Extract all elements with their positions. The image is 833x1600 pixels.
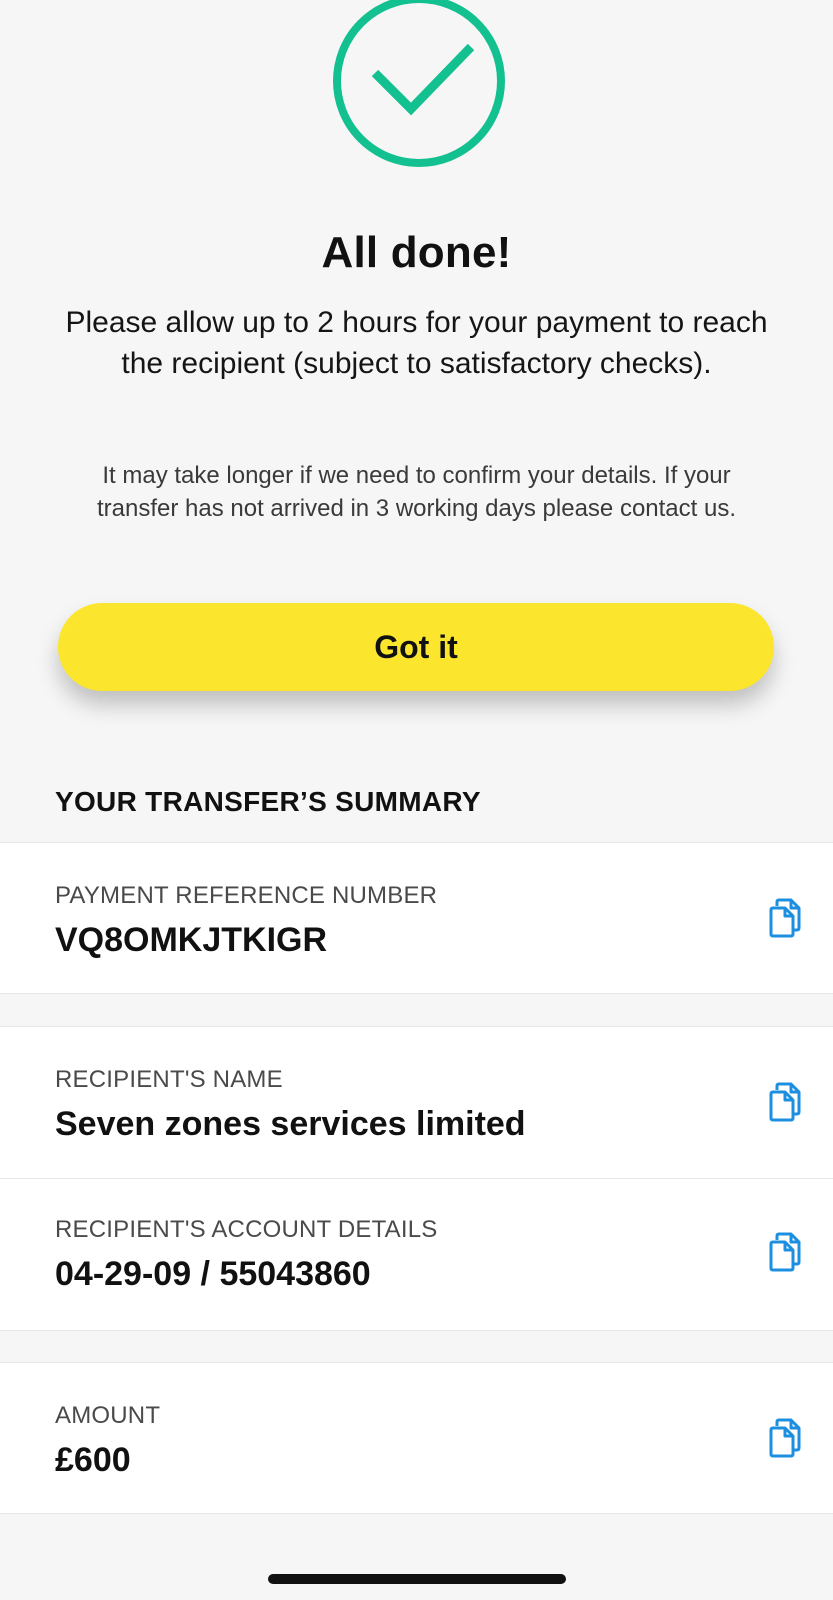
copy-icon [767, 1418, 803, 1461]
processing-time-message: Please allow up to 2 hours for your paym… [65, 306, 768, 380]
copy-icon [767, 1232, 803, 1275]
page-title: All done! [321, 228, 512, 277]
account-details-value: 04-29-09 / 55043860 [55, 1255, 371, 1293]
copy-account-details-button[interactable] [767, 1232, 803, 1272]
amount-value: £600 [55, 1441, 131, 1479]
copy-amount-button[interactable] [767, 1418, 803, 1458]
copy-icon [767, 1082, 803, 1125]
got-it-button[interactable]: Got it [58, 603, 774, 691]
amount-card: AMOUNT £600 [0, 1362, 833, 1514]
account-details-row: RECIPIENT'S ACCOUNT DETAILS 04-29-09 / 5… [0, 1179, 833, 1329]
recipient-name-value: Seven zones services limited [55, 1105, 526, 1143]
check-circle-icon [329, 0, 509, 171]
reference-card: PAYMENT REFERENCE NUMBER VQ8OMKJTKIGR [0, 842, 833, 994]
copy-icon [767, 898, 803, 941]
account-details-label: RECIPIENT'S ACCOUNT DETAILS [55, 1216, 438, 1243]
copy-reference-button[interactable] [767, 898, 803, 938]
reference-row: PAYMENT REFERENCE NUMBER VQ8OMKJTKIGR [0, 843, 833, 993]
delay-note: It may take longer if we need to confirm… [97, 462, 736, 522]
recipient-name-row: RECIPIENT'S NAME Seven zones services li… [0, 1027, 833, 1177]
reference-value: VQ8OMKJTKIGR [55, 921, 328, 959]
summary-heading: YOUR TRANSFER’S SUMMARY [55, 786, 481, 817]
reference-label: PAYMENT REFERENCE NUMBER [55, 882, 438, 909]
amount-label: AMOUNT [55, 1402, 161, 1429]
copy-recipient-name-button[interactable] [767, 1082, 803, 1122]
home-indicator[interactable] [268, 1574, 566, 1584]
recipient-name-label: RECIPIENT'S NAME [55, 1066, 283, 1093]
amount-row: AMOUNT £600 [0, 1363, 833, 1513]
recipient-card: RECIPIENT'S NAME Seven zones services li… [0, 1026, 833, 1331]
